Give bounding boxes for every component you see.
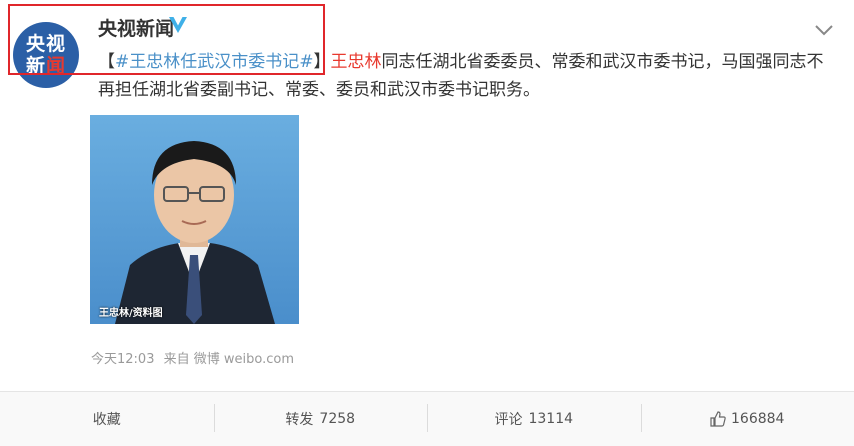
post-time[interactable]: 今天12:03 bbox=[91, 352, 154, 367]
repost-count: 7258 bbox=[319, 411, 356, 427]
post-meta: 今天12:03 来自 微博 weibo.com bbox=[91, 348, 299, 367]
thumbs-up-icon bbox=[710, 411, 726, 427]
comment-button[interactable]: 评论 13114 bbox=[427, 392, 641, 446]
portrait-image bbox=[90, 115, 299, 324]
like-button[interactable]: 166884 bbox=[640, 392, 854, 446]
post-photo[interactable]: 王忠林/资料图 bbox=[90, 115, 299, 324]
like-count: 166884 bbox=[731, 411, 785, 427]
topic-link[interactable]: #王忠林任武汉市委书记# bbox=[115, 52, 314, 72]
comment-label: 评论 bbox=[494, 412, 523, 428]
bracket-close: 】 bbox=[313, 52, 331, 72]
chevron-down-icon[interactable] bbox=[813, 22, 835, 38]
post-source[interactable]: 来自 微博 weibo.com bbox=[164, 352, 294, 367]
mention-link[interactable]: 王忠林 bbox=[331, 52, 382, 72]
post-text: 【#王忠林任武汉市委书记#】王忠林同志任湖北省委委员、常委和武汉市委书记，马国强… bbox=[98, 48, 838, 104]
favorite-button[interactable]: 收藏 bbox=[0, 392, 214, 446]
repost-button[interactable]: 转发 7258 bbox=[213, 392, 428, 446]
comment-count: 13114 bbox=[528, 411, 574, 427]
favorite-label: 收藏 bbox=[92, 412, 121, 428]
action-bar: 收藏 转发 7258 评论 13114 166884 bbox=[0, 392, 854, 446]
photo-caption: 王忠林/资料图 bbox=[99, 308, 163, 319]
repost-label: 转发 bbox=[285, 412, 314, 428]
bracket-open: 【 bbox=[98, 52, 115, 72]
